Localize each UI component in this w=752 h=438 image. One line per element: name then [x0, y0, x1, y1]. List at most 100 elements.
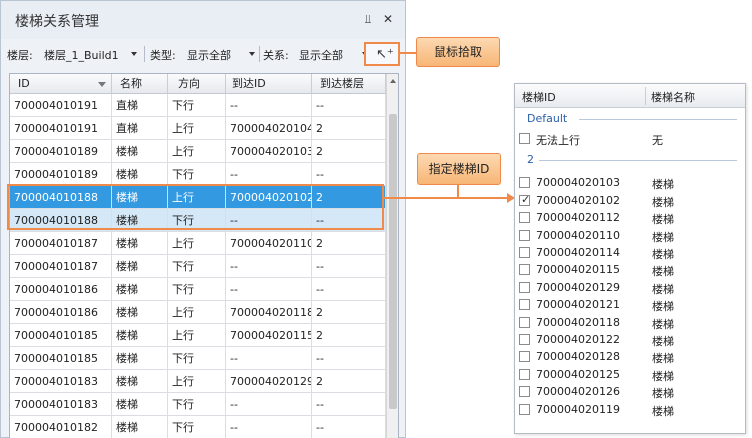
- item-checkbox[interactable]: [519, 264, 530, 276]
- item-stair-id: 700004020119: [536, 402, 620, 416]
- cell-target-floor: --: [312, 255, 386, 278]
- item-stair-name: 楼梯: [652, 335, 674, 348]
- type-select[interactable]: 显示全部: [187, 44, 257, 64]
- item-checkbox[interactable]: [519, 299, 530, 311]
- floor-select[interactable]: 楼层_1_Build1: [44, 44, 140, 64]
- table-row[interactable]: 700004010191 直梯 上行 700004020104 2: [10, 117, 386, 140]
- cell-direction: 下行: [168, 163, 226, 186]
- cell-name: 楼梯: [112, 163, 168, 186]
- item-stair-name: 楼梯: [652, 248, 674, 261]
- cell-direction: 上行: [168, 232, 226, 255]
- table-row[interactable]: 700004010182 楼梯 下行 -- --: [10, 416, 386, 438]
- table-row[interactable]: 700004010187 楼梯 下行 -- --: [10, 255, 386, 278]
- pin-icon[interactable]: ⫫: [361, 12, 375, 26]
- relation-grid: ID 名称 方向 到达ID 到达楼层 700004010191 直梯 下行 -- -- 7…: [9, 73, 399, 438]
- cell-direction: 上行: [168, 117, 226, 140]
- list-item[interactable]: 700004020119 楼梯: [519, 401, 741, 418]
- cell-id: 700004010187: [10, 232, 112, 255]
- cell-target-id: --: [226, 416, 312, 438]
- table-row[interactable]: 700004010191 直梯 下行 -- --: [10, 94, 386, 117]
- cell-id: 700004010191: [10, 117, 112, 140]
- popup-col-header-name[interactable]: 楼梯名称: [651, 89, 695, 105]
- cell-id: 700004010183: [10, 393, 112, 416]
- item-checkbox[interactable]: [519, 281, 530, 293]
- list-item[interactable]: 700004020110 楼梯: [519, 227, 741, 244]
- item-stair-name: 楼梯: [652, 265, 674, 279]
- item-checkbox[interactable]: ✓: [519, 192, 531, 206]
- grid-header: ID 名称 方向 到达ID 到达楼层: [10, 74, 386, 94]
- cell-target-id: 700004020129: [226, 370, 312, 393]
- item-checkbox[interactable]: [519, 247, 530, 258]
- list-item[interactable]: 700004020128 楼梯: [519, 348, 741, 365]
- item-stair-id: 700004020126: [536, 385, 620, 399]
- table-row[interactable]: 700004010186 楼梯 上行 700004020118 2: [10, 301, 386, 324]
- item-stair-id: 无法上行: [536, 134, 580, 147]
- list-item[interactable]: 700004020114 楼梯: [519, 244, 741, 261]
- item-checkbox[interactable]: [519, 229, 530, 241]
- col-header-id[interactable]: ID: [10, 74, 112, 94]
- item-stair-id: 700004020118: [536, 315, 620, 329]
- list-item[interactable]: 700004020103 楼梯: [519, 174, 741, 191]
- item-stair-name: 楼梯: [652, 213, 674, 227]
- type-select-value: 显示全部: [187, 49, 231, 62]
- item-checkbox[interactable]: [519, 316, 530, 328]
- relation-select[interactable]: 显示全部: [299, 44, 371, 64]
- table-row[interactable]: 700004010183 楼梯 下行 -- --: [10, 393, 386, 416]
- list-item[interactable]: 无法上行 无: [519, 130, 741, 147]
- cell-target-floor: 2: [312, 324, 386, 347]
- col-header-direction[interactable]: 方向: [168, 74, 226, 94]
- item-checkbox[interactable]: [519, 403, 530, 415]
- floor-label: 楼层:: [7, 49, 33, 62]
- list-item[interactable]: 700004020115 楼梯: [519, 261, 741, 278]
- col-header-target-floor[interactable]: 到达楼层: [312, 74, 386, 94]
- close-icon[interactable]: ✕: [381, 12, 395, 26]
- item-stair-id: 700004020114: [536, 246, 620, 259]
- popup-header-divider: [645, 87, 646, 105]
- list-item[interactable]: 700004020112 楼梯: [519, 209, 741, 226]
- cell-direction: 下行: [168, 255, 226, 278]
- item-checkbox[interactable]: [519, 177, 530, 189]
- col-header-target-id[interactable]: 到达ID: [226, 74, 312, 94]
- toolbar-divider: [144, 46, 145, 62]
- col-header-name[interactable]: 名称: [112, 74, 168, 94]
- cell-id: 700004010183: [10, 370, 112, 393]
- table-row[interactable]: 700004010189 楼梯 上行 700004020103 2: [10, 140, 386, 163]
- list-item[interactable]: 700004020121 楼梯: [519, 296, 741, 313]
- list-item[interactable]: 700004020129 楼梯: [519, 279, 741, 296]
- popup-col-header-id[interactable]: 楼梯ID: [522, 89, 556, 105]
- table-row[interactable]: 700004010186 楼梯 下行 -- --: [10, 278, 386, 301]
- table-row[interactable]: 700004010185 楼梯 上行 700004020115 2: [10, 324, 386, 347]
- item-checkbox[interactable]: [519, 334, 530, 345]
- cell-direction: 上行: [168, 301, 226, 324]
- list-item[interactable]: 700004020118 楼梯: [519, 314, 741, 331]
- filter-toolbar: 楼层: 楼层_1_Build1 类型: 显示全部 关系: 显示全部: [1, 39, 405, 69]
- scrollbar-thumb[interactable]: [389, 114, 397, 409]
- scroll-up-icon[interactable]: [390, 79, 396, 83]
- item-stair-name: 楼梯: [652, 195, 674, 209]
- item-checkbox[interactable]: [519, 351, 530, 363]
- table-row[interactable]: 700004010185 楼梯 下行 -- --: [10, 347, 386, 370]
- list-item[interactable]: 700004020126 楼梯: [519, 383, 741, 400]
- table-row[interactable]: 700004010187 楼梯 上行 700004020110 2: [10, 232, 386, 255]
- item-stair-id: 700004020125: [536, 367, 620, 381]
- table-row[interactable]: 700004010188 楼梯 下行 -- --: [10, 209, 386, 232]
- table-row[interactable]: 700004010188 楼梯 上行 700004020102 2: [10, 186, 386, 209]
- table-row[interactable]: 700004010189 楼梯 下行 -- --: [10, 163, 386, 186]
- cell-target-id: 700004020115: [226, 324, 312, 347]
- list-item[interactable]: 700004020125 楼梯: [519, 366, 741, 383]
- grid-vertical-scrollbar[interactable]: [386, 74, 398, 438]
- list-item[interactable]: 700004020122 楼梯: [519, 331, 741, 348]
- item-checkbox[interactable]: [519, 368, 530, 380]
- cell-name: 楼梯: [112, 301, 168, 324]
- cell-id: 700004010188: [10, 209, 112, 232]
- item-checkbox[interactable]: [519, 212, 530, 224]
- check-icon: ✓: [521, 192, 531, 206]
- cell-name: 楼梯: [112, 370, 168, 393]
- list-item[interactable]: ✓ 700004020102 楼梯: [519, 192, 741, 209]
- item-checkbox[interactable]: [519, 386, 530, 398]
- table-row[interactable]: 700004010183 楼梯 上行 700004020129 2: [10, 370, 386, 393]
- relation-select-value: 显示全部: [299, 49, 343, 62]
- mouse-pick-button[interactable]: ↖⁺: [364, 42, 400, 66]
- item-checkbox[interactable]: [519, 133, 530, 144]
- item-stair-name: 无: [652, 134, 663, 147]
